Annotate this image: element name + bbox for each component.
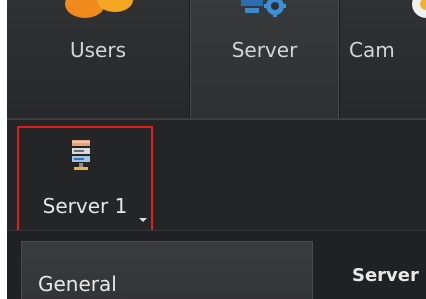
app-window: Users Server Cam Server 1 General Server	[7, 0, 426, 299]
chevron-down-icon	[139, 218, 147, 222]
toolbar-users-button[interactable]: Users	[7, 0, 190, 118]
toolbar-camera-button[interactable]: Cam	[340, 0, 426, 118]
top-toolbar: Users Server Cam	[7, 0, 426, 119]
server-1-dropdown[interactable]: Server 1	[17, 126, 153, 232]
general-tab-label: General	[38, 272, 117, 296]
settings-area: General Server	[7, 230, 426, 299]
toolbar-server-button[interactable]: Server	[190, 0, 340, 118]
server-settings-icon	[241, 0, 286, 17]
server-1-label: Server 1	[42, 194, 128, 218]
general-tab[interactable]: General	[21, 241, 313, 299]
server-selector-bar: Server 1	[7, 119, 426, 232]
users-icon	[65, 0, 133, 18]
camera-icon	[412, 0, 426, 18]
server-rack-icon	[72, 140, 90, 170]
toolbar-users-label: Users	[69, 38, 126, 62]
toolbar-camera-label: Cam	[349, 38, 395, 62]
server-section-heading: Server	[352, 265, 419, 286]
toolbar-server-label: Server	[231, 38, 298, 62]
